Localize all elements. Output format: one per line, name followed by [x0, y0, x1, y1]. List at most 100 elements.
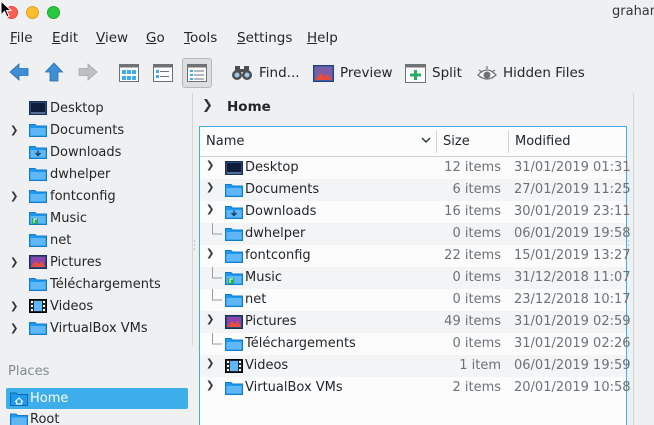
folder-tree-item-dwhelper[interactable]: dwhelper — [5, 163, 193, 185]
breadcrumb-current[interactable]: Home — [227, 99, 271, 115]
breadcrumb-chevron-icon[interactable]: ❯ — [202, 98, 213, 113]
folder-icon — [225, 294, 243, 307]
column-header-size[interactable]: Size — [443, 134, 470, 149]
folder-icon — [29, 168, 47, 181]
folder-icon — [29, 190, 47, 203]
tree-branch-line — [212, 223, 222, 235]
folder-tree-item-desktop[interactable]: Desktop — [5, 97, 193, 119]
menu-settings[interactable]: Settings — [237, 30, 292, 46]
preview-label: Preview — [340, 65, 393, 81]
find-label: Find... — [259, 65, 300, 81]
file-row[interactable]: ❯ VirtualBox VMs 2 items 20/01/2019 10:5… — [200, 377, 631, 399]
binoculars-icon — [232, 66, 252, 80]
mouse-cursor-icon — [0, 0, 12, 18]
folder-icon — [225, 338, 243, 351]
folder-tree-item-downloads[interactable]: Downloads — [5, 141, 193, 163]
maximize-window-button[interactable] — [47, 6, 60, 19]
menu-edit[interactable]: Edit — [52, 30, 78, 46]
expand-arrow-icon[interactable]: ❯ — [10, 301, 20, 312]
column-separator[interactable] — [436, 131, 437, 153]
file-row[interactable]: Téléchargements 0 items 31/01/2019 02:26 — [200, 333, 631, 355]
file-row[interactable]: ❯ Pictures 49 items 31/01/2019 02:59 — [200, 311, 631, 333]
expand-arrow-icon[interactable]: ❯ — [206, 380, 214, 391]
folder-tree-item-videos[interactable]: ❯ Videos — [5, 295, 193, 317]
folder-tree-item-telechargements[interactable]: Téléchargements — [5, 273, 193, 295]
details-view-icon — [187, 64, 207, 82]
compact-view-button[interactable] — [148, 58, 178, 88]
sort-descending-icon[interactable] — [421, 135, 431, 145]
file-row[interactable]: ❯ fontconfig 22 items 15/01/2019 13:27 — [200, 245, 631, 267]
folder-icon — [225, 228, 243, 241]
menu-tools[interactable]: Tools — [184, 30, 217, 46]
desktop-folder-icon — [225, 161, 243, 175]
downloads-folder-icon — [29, 146, 47, 159]
file-list-view[interactable]: Name Size Modified ❯ Desktop 12 items 31… — [199, 126, 631, 425]
folder-tree-item-virtualbox-vms[interactable]: ❯ VirtualBox VMs — [5, 317, 193, 339]
expand-arrow-icon[interactable]: ❯ — [206, 204, 214, 215]
videos-folder-icon — [29, 299, 47, 313]
root-folder-icon — [10, 413, 28, 425]
places-item-home[interactable]: Home — [6, 388, 188, 409]
column-separator[interactable] — [508, 131, 509, 153]
menu-bar: File Edit View Go Tools Settings Help — [0, 27, 654, 49]
compact-view-icon — [153, 64, 173, 82]
up-arrow-icon[interactable] — [43, 61, 65, 83]
expand-arrow-icon[interactable]: ❯ — [206, 248, 214, 259]
file-row[interactable]: net 0 items 23/12/2018 10:17 — [200, 289, 631, 311]
downloads-folder-icon — [225, 206, 243, 219]
hidden-files-label: Hidden Files — [503, 65, 585, 81]
file-row[interactable]: ❯ Downloads 16 items 30/01/2019 23:11 — [200, 201, 631, 223]
preview-button[interactable]: Preview — [313, 62, 393, 84]
menu-help[interactable]: Help — [307, 30, 338, 46]
hidden-files-button[interactable]: Hidden Files — [477, 62, 585, 84]
details-view-button[interactable] — [182, 58, 212, 88]
videos-folder-icon — [225, 359, 243, 373]
folder-icon — [29, 278, 47, 291]
folder-tree-item-net[interactable]: net — [5, 229, 193, 251]
tree-branch-line — [212, 289, 222, 301]
folder-icon — [225, 250, 243, 263]
expand-arrow-icon[interactable]: ❯ — [10, 257, 20, 268]
folder-tree-item-fontconfig[interactable]: ❯ fontconfig — [5, 185, 193, 207]
back-arrow-icon[interactable] — [8, 61, 30, 83]
expand-arrow-icon[interactable]: ❯ — [206, 358, 214, 369]
music-folder-icon — [225, 272, 243, 285]
split-label: Split — [432, 65, 462, 81]
file-row[interactable]: dwhelper 0 items 06/01/2019 19:58 — [200, 223, 631, 245]
menu-go[interactable]: Go — [146, 30, 165, 46]
minimize-window-button[interactable] — [26, 6, 39, 19]
file-row[interactable]: ❯ Videos 1 item 06/01/2019 19:59 — [200, 355, 631, 377]
folder-tree-item-pictures[interactable]: ❯ Pictures — [5, 251, 193, 273]
find-button[interactable]: Find... — [231, 62, 300, 84]
places-item-root[interactable]: Root — [6, 409, 188, 425]
window-title: grahan — [612, 4, 654, 19]
expand-arrow-icon[interactable]: ❯ — [206, 160, 214, 171]
forward-arrow-icon[interactable] — [77, 61, 99, 83]
panel-resize-handle[interactable]: · · · — [627, 238, 630, 255]
file-row[interactable]: Music 0 items 31/12/2018 11:07 — [200, 267, 631, 289]
icons-view-button[interactable] — [114, 58, 144, 88]
menu-view[interactable]: View — [96, 30, 128, 46]
music-folder-icon — [29, 212, 47, 225]
expand-arrow-icon[interactable]: ❯ — [10, 191, 20, 202]
expand-arrow-icon[interactable]: ❯ — [10, 323, 20, 334]
column-header-modified[interactable]: Modified — [515, 134, 570, 149]
right-panel-edge — [633, 93, 654, 425]
toolbar: Find... Preview Split Hidden Files — [0, 55, 654, 89]
folder-tree-item-music[interactable]: Music — [5, 207, 193, 229]
file-row[interactable]: ❯ Desktop 12 items 31/01/2019 01:31 — [200, 157, 631, 179]
pictures-folder-icon — [29, 255, 47, 269]
expand-arrow-icon[interactable]: ❯ — [206, 182, 214, 193]
menu-file[interactable]: File — [10, 30, 33, 46]
split-button[interactable]: Split — [405, 62, 462, 84]
expand-arrow-icon[interactable]: ❯ — [10, 125, 20, 136]
panel-resize-handle[interactable]: · · · — [193, 238, 196, 255]
folder-icon — [29, 234, 47, 247]
folders-panel: Desktop ❯ Documents Downloads dwhelper ❯… — [5, 93, 193, 345]
expand-arrow-icon[interactable]: ❯ — [206, 314, 214, 325]
folder-tree-item-documents[interactable]: ❯ Documents — [5, 119, 193, 141]
column-header-name[interactable]: Name — [206, 134, 244, 149]
folder-icon — [225, 382, 243, 395]
file-row[interactable]: ❯ Documents 6 items 27/01/2019 11:25 — [200, 179, 631, 201]
home-icon — [10, 392, 28, 406]
